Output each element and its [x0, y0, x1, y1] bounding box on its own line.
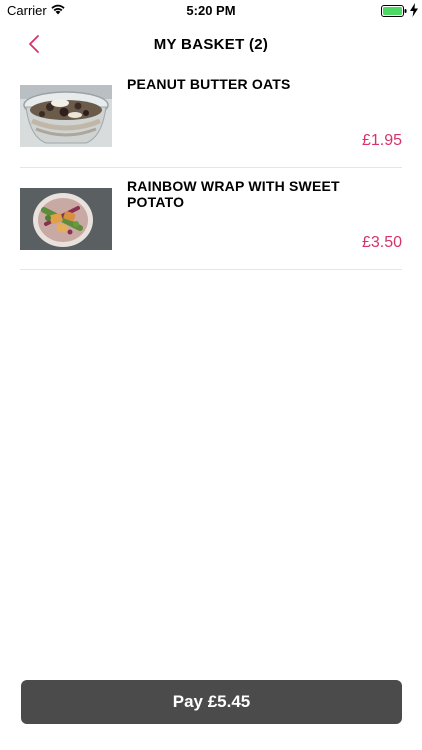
navigation-bar: MY BASKET (2): [0, 22, 422, 66]
basket-list: PEANUT BUTTER OATS £1.95 RAINBOW WRAP WI…: [20, 66, 402, 270]
wrap-photo: [20, 188, 112, 250]
basket-screen: Carrier 5:20 PM MY BASKET (2) PEANUT BUT…: [0, 0, 422, 750]
item-price: £3.50: [361, 234, 402, 251]
oats-pot-photo: [20, 85, 112, 147]
item-name: RAINBOW WRAP WITH SWEET POTATO: [127, 178, 340, 210]
page-title: MY BASKET (2): [153, 36, 269, 53]
status-bar: Carrier 5:20 PM: [0, 0, 422, 22]
basket-item-peanut-butter-oats[interactable]: PEANUT BUTTER OATS £1.95: [20, 66, 402, 168]
item-name: PEANUT BUTTER OATS: [127, 76, 291, 92]
battery-icon: [381, 5, 407, 17]
item-price: £1.95: [361, 132, 402, 149]
basket-item-rainbow-wrap[interactable]: RAINBOW WRAP WITH SWEET POTATO £3.50: [20, 168, 402, 270]
pay-button[interactable]: Pay £5.45: [21, 680, 402, 724]
status-time: 5:20 PM: [186, 3, 236, 18]
charging-icon: [410, 3, 418, 17]
